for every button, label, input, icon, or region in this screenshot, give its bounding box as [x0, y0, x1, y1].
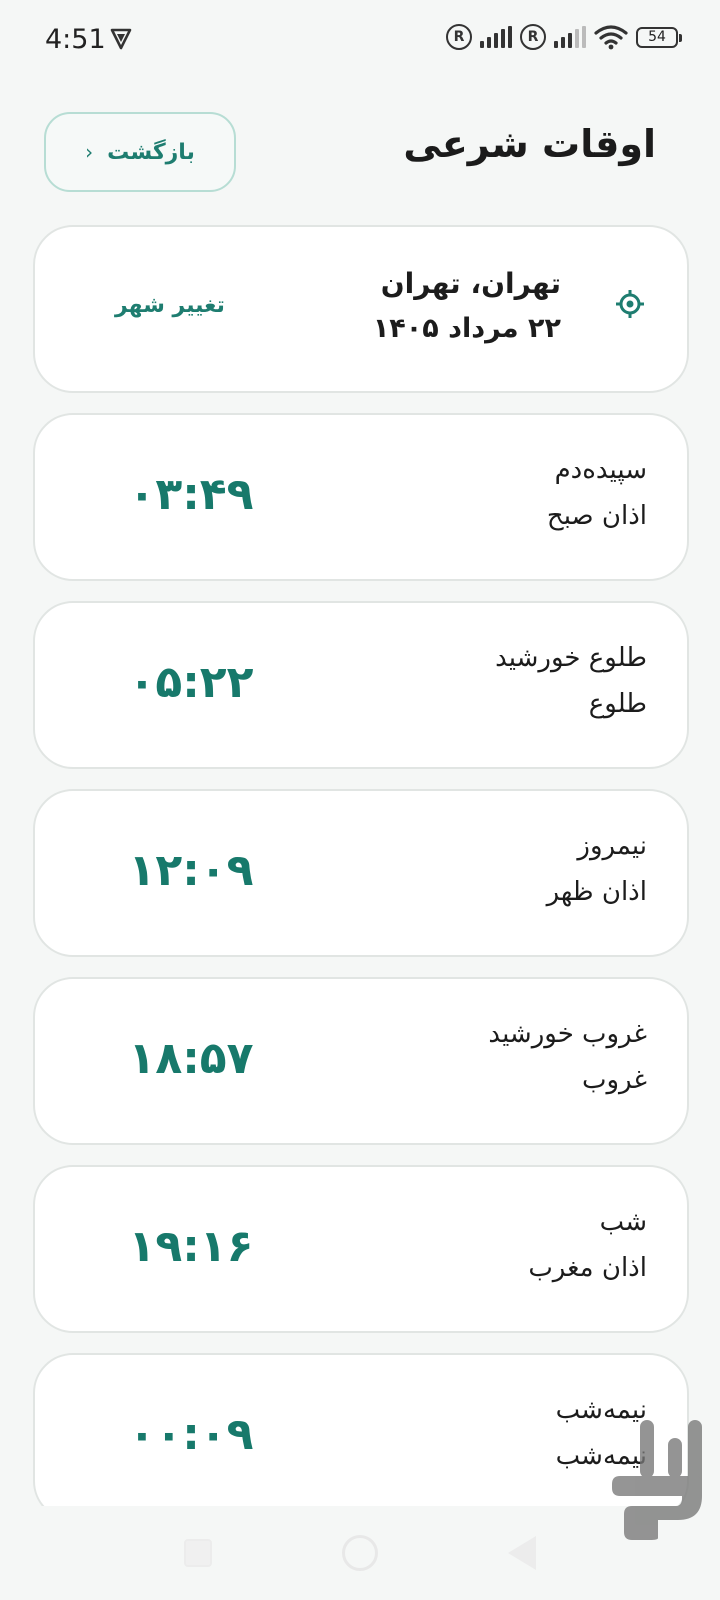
prayer-name: نیمروز [577, 831, 647, 861]
prayer-time: ۱۸:۵۷ [128, 1033, 254, 1084]
prayer-subtitle: اذان مغرب [528, 1253, 647, 1283]
prayer-card-fajr: سپیده‌دم اذان صبح ۰۳:۴۹ [33, 413, 689, 581]
registered-icon: R [520, 24, 546, 50]
signal-icon [554, 26, 586, 48]
vpn-shield-icon [110, 28, 132, 50]
back-button[interactable]: بازگشت ‹ [44, 112, 236, 192]
location-city: تهران، تهران [380, 267, 561, 300]
change-city-button[interactable]: تغییر شهر [115, 293, 225, 318]
prayer-subtitle: طلوع [588, 689, 647, 719]
prayer-subtitle: غروب [582, 1065, 647, 1095]
prayer-name: سپیده‌دم [554, 455, 647, 485]
chevron-left-icon: ‹ [85, 140, 94, 164]
signal-icon [480, 26, 512, 48]
prayer-time: ۰۳:۴۹ [128, 469, 254, 520]
battery-icon: 54 [636, 26, 682, 48]
prayer-subtitle: اذان ظهر [546, 877, 647, 907]
back-button-label: بازگشت [107, 139, 195, 165]
status-bar: 4:51 R R 54 [0, 0, 720, 80]
recents-button[interactable] [184, 1539, 212, 1567]
page-title: اوقات شرعی [403, 122, 656, 166]
screen: 4:51 R R 54 اوقات شرعی بازگشت ‹ تهران، ت… [0, 0, 720, 1600]
prayer-time: ۰۰:۰۹ [128, 1409, 254, 1460]
prayer-time: ۱۲:۰۹ [128, 845, 254, 896]
status-icons: R R 54 [446, 24, 682, 50]
registered-icon: R [446, 24, 472, 50]
battery-level: 54 [648, 29, 666, 45]
prayer-subtitle: اذان صبح [546, 501, 647, 531]
status-time: 4:51 [45, 24, 106, 55]
wifi-icon [594, 25, 628, 50]
prayer-name: غروب خورشید [488, 1019, 647, 1049]
prayer-card-sunset: غروب خورشید غروب ۱۸:۵۷ [33, 977, 689, 1145]
crosshair-icon [616, 290, 644, 318]
prayer-time: ۰۵:۲۲ [128, 657, 254, 708]
prayer-name: طلوع خورشید [495, 643, 647, 673]
prayer-card-midnight: نیمه‌شب نیمه‌شب ۰۰:۰۹ [33, 1353, 689, 1521]
location-date: ۲۲ مرداد ۱۴۰۵ [372, 313, 561, 344]
prayer-card-maghrib: شب اذان مغرب ۱۹:۱۶ [33, 1165, 689, 1333]
system-back-button[interactable] [508, 1536, 536, 1570]
store-logo-watermark [612, 1420, 702, 1540]
home-button[interactable] [342, 1535, 378, 1571]
prayer-time: ۱۹:۱۶ [128, 1221, 254, 1272]
prayer-card-sunrise: طلوع خورشید طلوع ۰۵:۲۲ [33, 601, 689, 769]
prayer-name: شب [599, 1207, 647, 1237]
prayer-card-dhuhr: نیمروز اذان ظهر ۱۲:۰۹ [33, 789, 689, 957]
location-card: تهران، تهران ۲۲ مرداد ۱۴۰۵ تغییر شهر [33, 225, 689, 393]
